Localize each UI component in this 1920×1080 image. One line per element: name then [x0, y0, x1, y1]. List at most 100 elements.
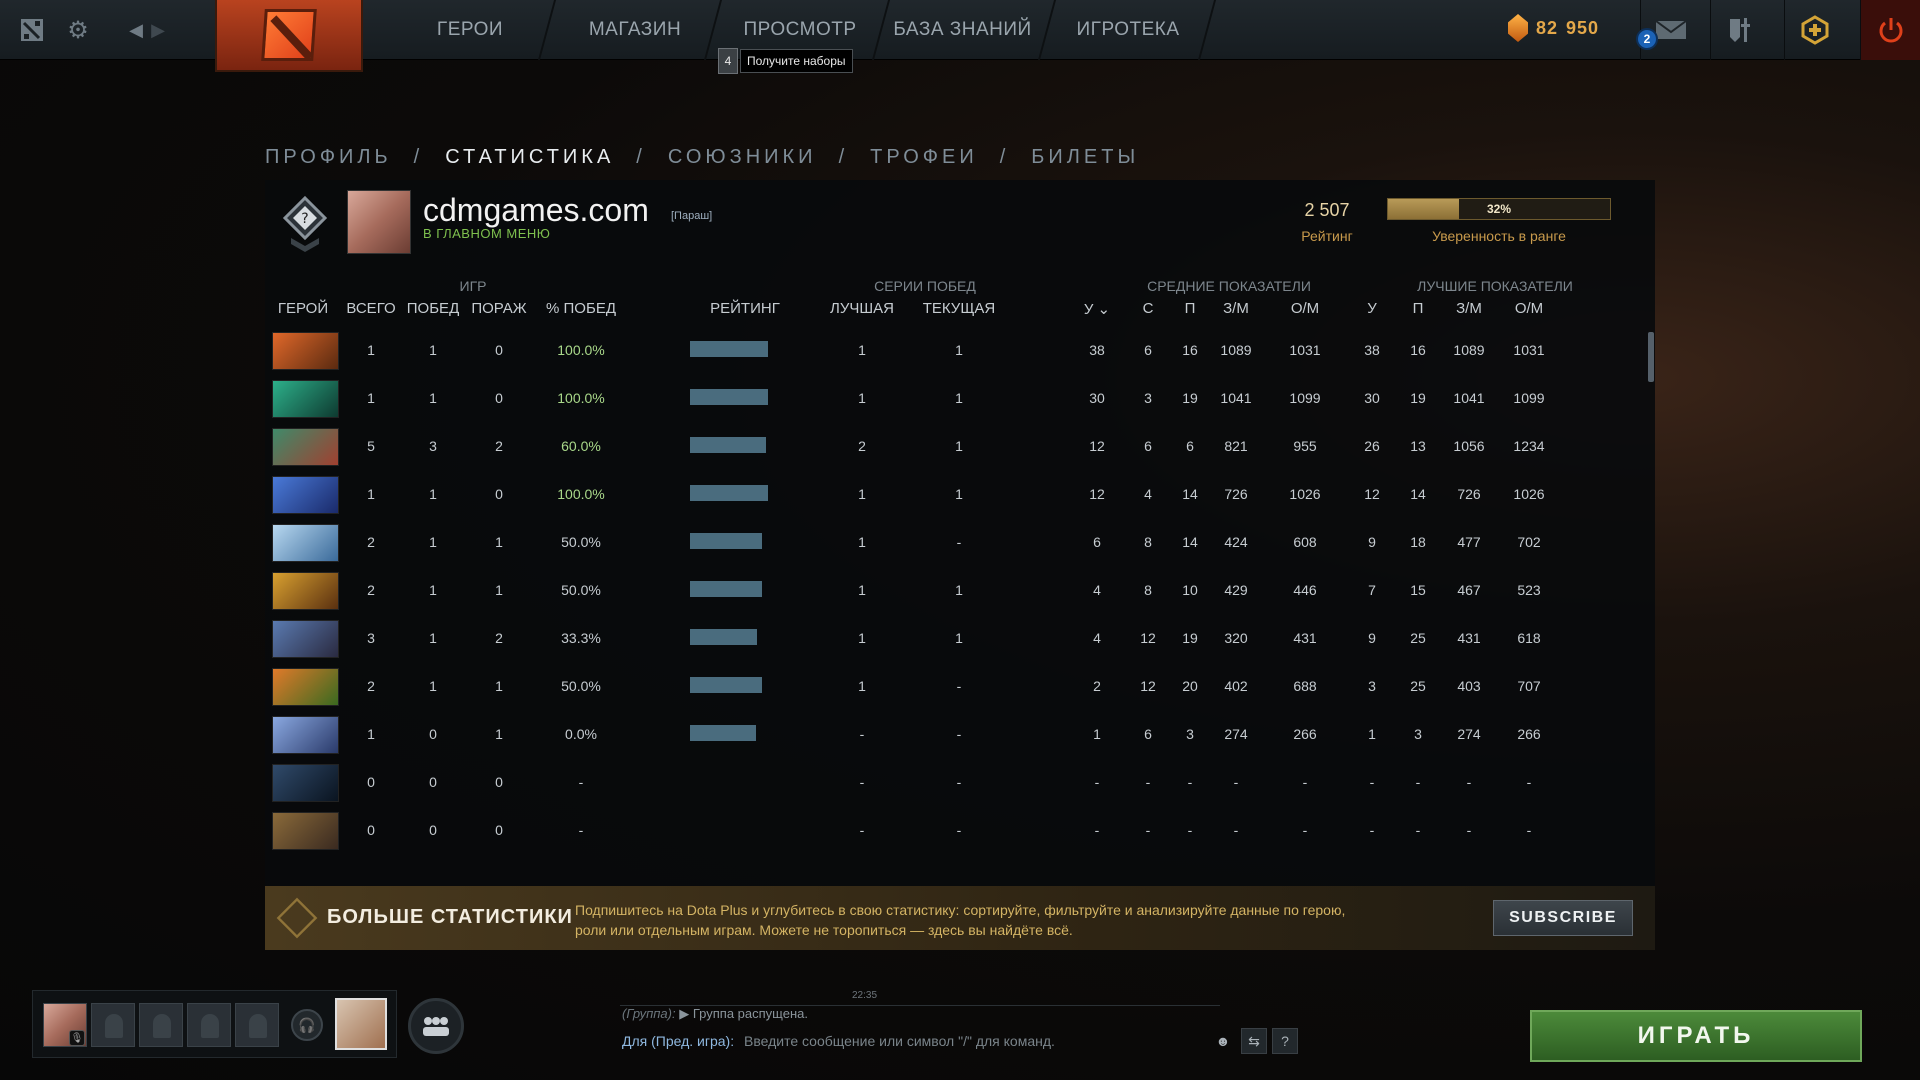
table-row[interactable]: 1 1 0 100.0% 1 1 12 4 14 726 1026 12 14 726 1026	[265, 470, 1655, 518]
table-row[interactable]: 3 1 2 33.3% 1 1 4 12 19 320 431 9 25 431 618	[265, 614, 1655, 662]
header-col-xpm[interactable]: О/М	[1277, 300, 1333, 317]
cell-losses: 2	[495, 630, 503, 646]
hero-portrait-hero-10[interactable]	[272, 764, 339, 802]
tab-allies[interactable]: СОЮЗНИКИ	[668, 146, 817, 169]
header-col-gpm[interactable]: З/М	[1207, 300, 1265, 317]
store-tooltip[interactable]: 4 Получите наборы	[718, 48, 853, 74]
hero-portrait-hero-4[interactable]	[272, 476, 339, 514]
header-col-hero[interactable]: ГЕРОЙ	[265, 300, 341, 317]
party-slot-empty[interactable]	[235, 1003, 279, 1047]
cell-bxpm: 266	[1517, 726, 1541, 742]
chat-wheel-icon[interactable]: ⇆	[1241, 1028, 1267, 1054]
cell-bxpm: 1099	[1513, 390, 1545, 406]
table-scrollbar[interactable]	[1648, 332, 1654, 382]
cell-total: 0	[367, 774, 375, 790]
voice-chat-button[interactable]: 🎧	[291, 1009, 323, 1041]
hero-portrait-hero-11[interactable]	[272, 812, 339, 850]
player-name: cdmgames.com	[423, 192, 649, 228]
header-col-deaths[interactable]: С	[1133, 300, 1163, 317]
armory-button[interactable]	[1710, 0, 1770, 60]
tab-trophies[interactable]: ТРОФЕИ	[870, 146, 978, 169]
party-slot-empty[interactable]	[139, 1003, 183, 1047]
table-row[interactable]: 5 3 2 60.0% 2 1 12 6 6 821 955 26 13 1056 1234	[265, 422, 1655, 470]
header-col-best-gpm[interactable]: З/М	[1445, 300, 1493, 317]
dota-logo-button[interactable]	[215, 0, 363, 72]
microphone-icon[interactable]: 🎙	[69, 1030, 85, 1046]
table-row[interactable]: 1 1 0 100.0% 1 1 38 6 16 1089 1031 38 16 1089 1031	[265, 326, 1655, 374]
header-col-best-xpm[interactable]: О/М	[1505, 300, 1553, 317]
emoji-icon[interactable]: ☻	[1210, 1028, 1236, 1054]
empty-player-icon	[249, 1014, 267, 1038]
cell-current: 1	[955, 390, 963, 406]
nav-arcade[interactable]: ИГРОТЕКА	[1060, 0, 1196, 60]
header-col-rating[interactable]: РЕЙТИНГ	[685, 300, 805, 317]
header-col-assists[interactable]: П	[1175, 300, 1205, 317]
cell-bxpm: 1026	[1513, 486, 1545, 502]
group-header-avg: СРЕДНИЕ ПОКАЗАТЕЛИ	[1147, 278, 1311, 294]
table-row[interactable]: 1 0 1 0.0% - - 1 6 3 274 266 1 3 274 266	[265, 710, 1655, 758]
help-icon[interactable]: ?	[1272, 1028, 1298, 1054]
cell-bgpm: 467	[1457, 582, 1481, 598]
header-col-wins[interactable]: ПОБЕД	[401, 300, 465, 317]
hero-portrait-hero-8[interactable]	[272, 668, 339, 706]
header-col-best-assists[interactable]: П	[1401, 300, 1435, 317]
tab-stats[interactable]: СТАТИСТИКА	[445, 146, 614, 169]
player-avatar[interactable]	[347, 190, 411, 254]
dota-menu-icon[interactable]	[14, 12, 50, 48]
party-slot-empty[interactable]	[187, 1003, 231, 1047]
header-col-total[interactable]: ВСЕГО	[341, 300, 401, 317]
party-slot-self[interactable]: 🎙	[43, 1003, 87, 1047]
forward-arrow-icon[interactable]: ▶	[140, 12, 176, 48]
hero-portrait-hero-7[interactable]	[272, 620, 339, 658]
hero-portrait-hero-3[interactable]	[272, 428, 339, 466]
cell-bk: 9	[1368, 534, 1376, 550]
party-hero-portrait[interactable]	[335, 998, 387, 1050]
header-col-kills[interactable]: У ⌄	[1075, 300, 1119, 318]
hero-portrait-hero-2[interactable]	[272, 380, 339, 418]
hero-portrait-hero-6[interactable]	[272, 572, 339, 610]
tooltip-text: Получите наборы	[740, 49, 853, 73]
table-row[interactable]: 000------------	[265, 758, 1655, 806]
tab-tickets[interactable]: БИЛЕТЫ	[1031, 146, 1139, 169]
hero-portrait-hero-9[interactable]	[272, 716, 339, 754]
tab-profile[interactable]: ПРОФИЛЬ	[265, 146, 392, 169]
table-row[interactable]: 2 1 1 50.0% 1 1 4 8 10 429 446 7 15 467 523	[265, 566, 1655, 614]
tooltip-count: 4	[718, 48, 738, 74]
shards-currency[interactable]: 82 950	[1508, 14, 1599, 42]
rank-medal-icon[interactable]: ?	[281, 194, 329, 254]
cell-current: 1	[955, 582, 963, 598]
play-button[interactable]: ИГРАТЬ	[1530, 1010, 1862, 1062]
header-col-losses[interactable]: ПОРАЖ	[465, 300, 533, 317]
chat-input[interactable]: Для (Пред. игра): Введите сообщение или …	[622, 1033, 1055, 1049]
chat-channel-selector[interactable]: Для (Пред. игра):	[622, 1033, 734, 1049]
nav-heroes[interactable]: ГЕРОИ	[410, 0, 530, 60]
table-row[interactable]: 2 1 1 50.0% 1 - 6 8 14 424 608 9 18 477 702	[265, 518, 1655, 566]
header-col-current-streak[interactable]: ТЕКУЩАЯ	[899, 300, 1019, 317]
table-row[interactable]: 1 1 0 100.0% 1 1 30 3 19 1041 1099 30 19 1041 1099	[265, 374, 1655, 422]
cell-a: 14	[1182, 486, 1198, 502]
dota-plus-button[interactable]	[1784, 0, 1844, 60]
nav-knowledge-base[interactable]: БАЗА ЗНАНИЙ	[890, 0, 1035, 60]
cell-wins: -	[401, 854, 465, 856]
table-row[interactable]: ---	[265, 854, 1655, 856]
nav-store[interactable]: МАГАЗИН	[570, 0, 700, 60]
cell-ba: -	[1415, 774, 1421, 790]
table-row[interactable]: 2 1 1 50.0% 1 - 2 12 20 402 688 3 25 403 707	[265, 662, 1655, 710]
exit-button[interactable]	[1860, 0, 1920, 60]
cell-xpm	[1277, 854, 1333, 856]
table-row[interactable]: 000------------	[265, 806, 1655, 854]
subscribe-button[interactable]: SUBSCRIBE	[1493, 900, 1633, 936]
rating-bar-fill	[690, 437, 766, 453]
find-group-button[interactable]	[408, 998, 464, 1054]
header-col-best-streak[interactable]: ЛУЧШАЯ	[825, 300, 899, 317]
header-col-winrate[interactable]: % ПОБЕД	[533, 300, 629, 317]
hero-portrait-hero-5[interactable]	[272, 524, 339, 562]
cell-gpm: 821	[1224, 438, 1248, 454]
settings-gear-icon[interactable]: ⚙	[60, 12, 96, 48]
cell-k	[1075, 854, 1119, 856]
party-slot-empty[interactable]	[91, 1003, 135, 1047]
header-col-best-kills[interactable]: У	[1355, 300, 1389, 317]
rating-bar	[690, 485, 830, 501]
hero-portrait-hero-1[interactable]	[272, 332, 339, 370]
cell-k: 2	[1093, 678, 1101, 694]
